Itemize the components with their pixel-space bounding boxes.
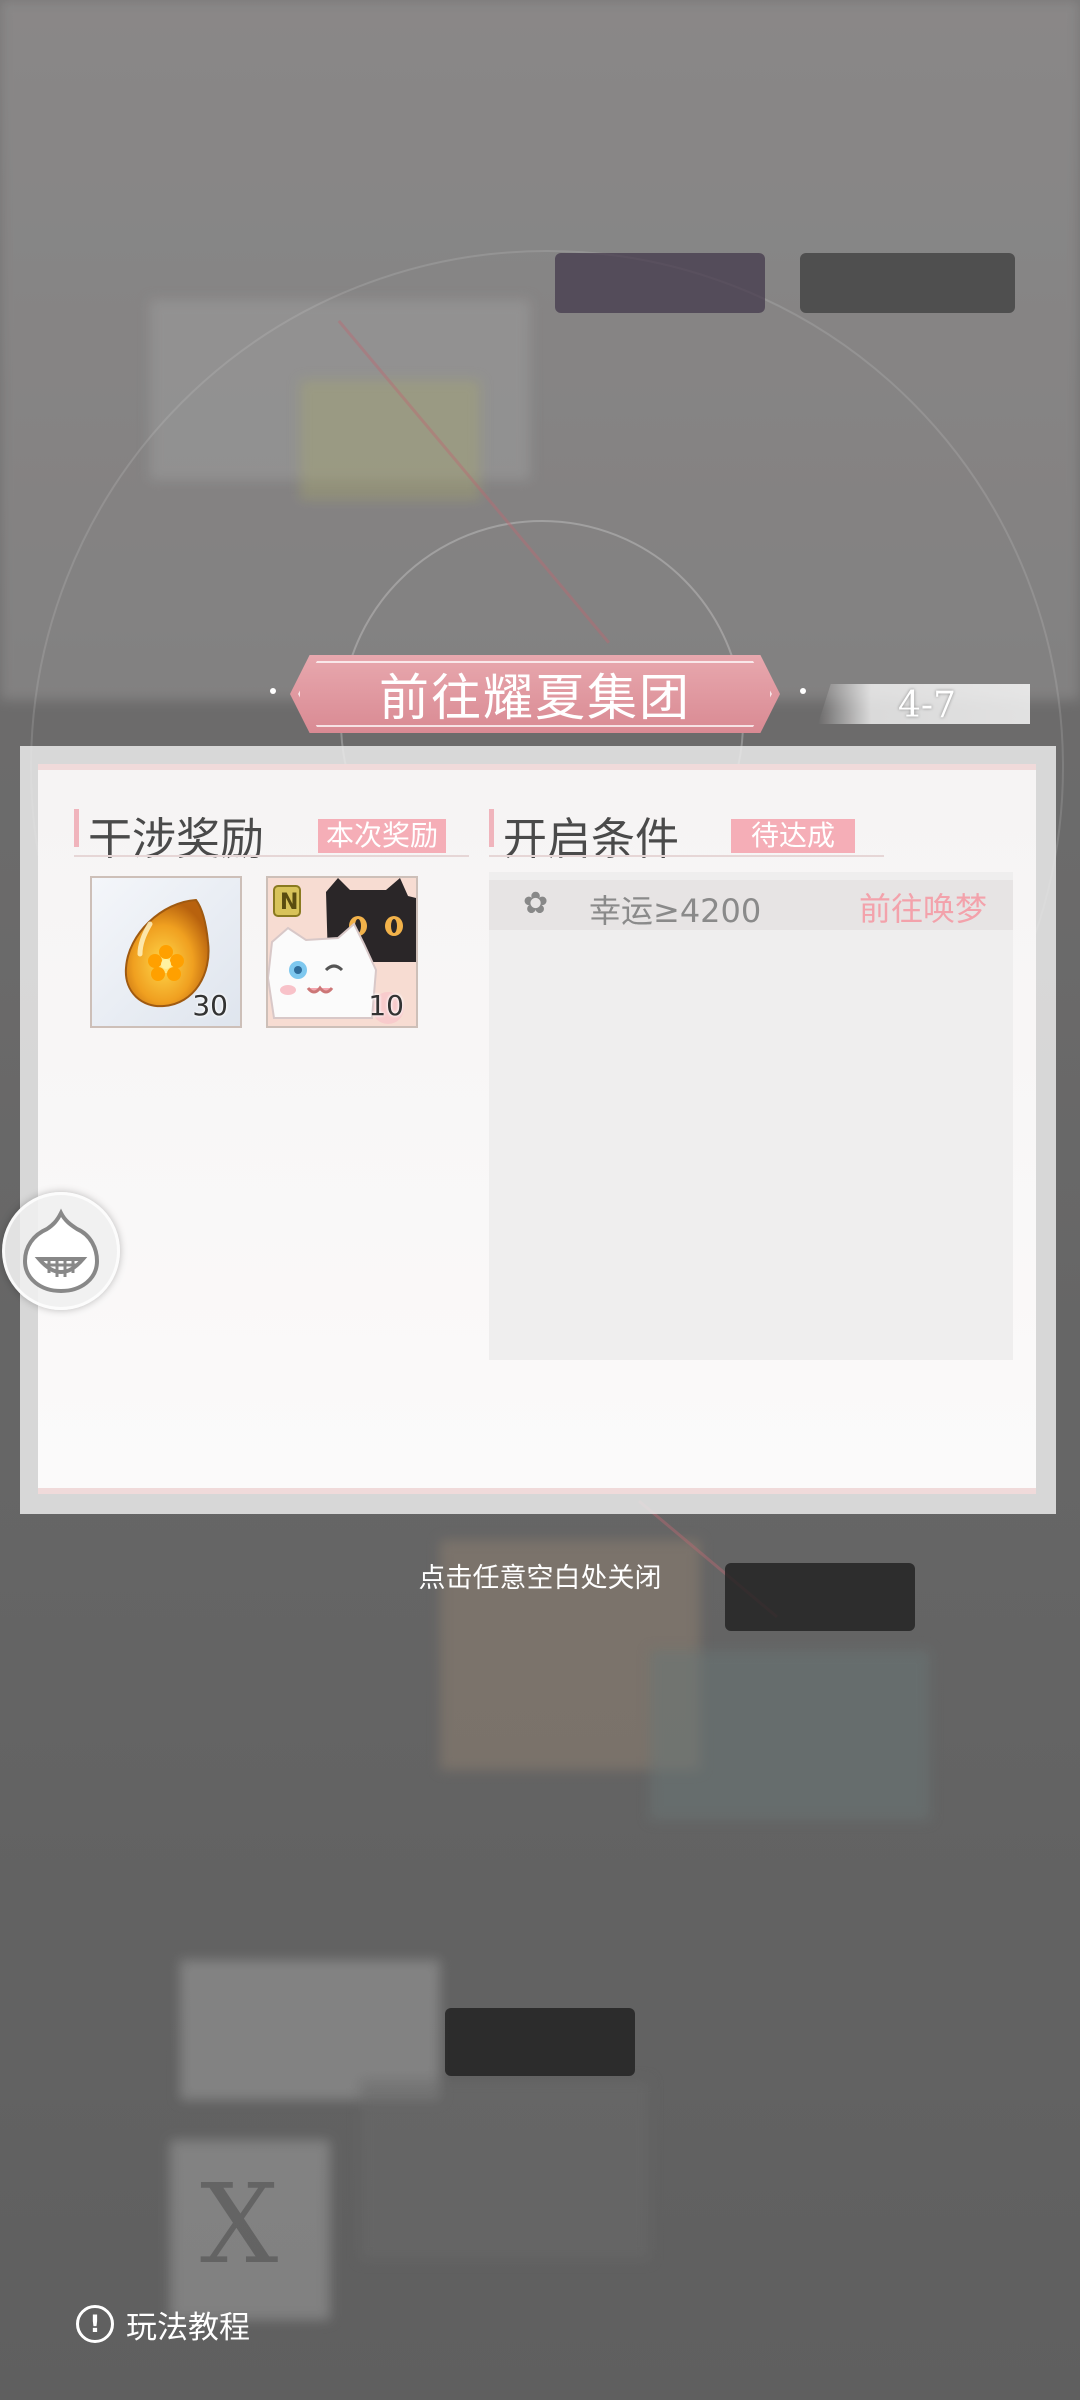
conditions-title: 开启条件 [503,814,679,865]
reward-item-amber[interactable]: 30 [90,876,242,1028]
svg-text:N: N [280,890,298,915]
conditions-list [489,872,1013,1360]
rewards-title: 干涉奖励 [88,814,264,865]
conditions-header: 开启条件 待达成 [489,805,884,865]
conditions-badge: 待达成 [731,819,855,853]
close-hint[interactable]: 点击任意空白处关闭 [0,1556,1080,1595]
condition-text: 幸运≥4200 [589,892,762,930]
clover-icon: ✿ [523,886,549,921]
goto-dream-link[interactable]: 前往唤梦 [859,884,987,930]
rewards-badge: 本次奖励 [318,819,447,853]
banner-sparkle-right [800,688,806,694]
dialog-title-banner: 前往耀夏集团 [290,655,780,733]
rewards-divider [74,855,469,857]
stage-number-tag: 4-7 [818,684,1030,724]
reward-count: 10 [368,989,404,1022]
floating-assistant-button[interactable] [2,1192,120,1310]
info-icon: ! [76,2305,114,2343]
tutorial-label: 玩法教程 [126,2309,250,2346]
reward-count: 30 [192,989,228,1022]
stage-number: 4-7 [898,685,956,726]
dialog-title: 前往耀夏集团 [379,669,691,727]
reward-item-cat-card[interactable]: N 10 [266,876,418,1028]
banner-sparkle-left [270,688,276,694]
conditions-divider [489,855,884,857]
condition-row: ✿ 幸运≥4200 前往唤梦 [489,880,1013,930]
rewards-header: 干涉奖励 本次奖励 [74,805,469,865]
tutorial-button[interactable]: ! 玩法教程 [76,2300,250,2348]
grinning-ghost-icon [22,1208,100,1294]
